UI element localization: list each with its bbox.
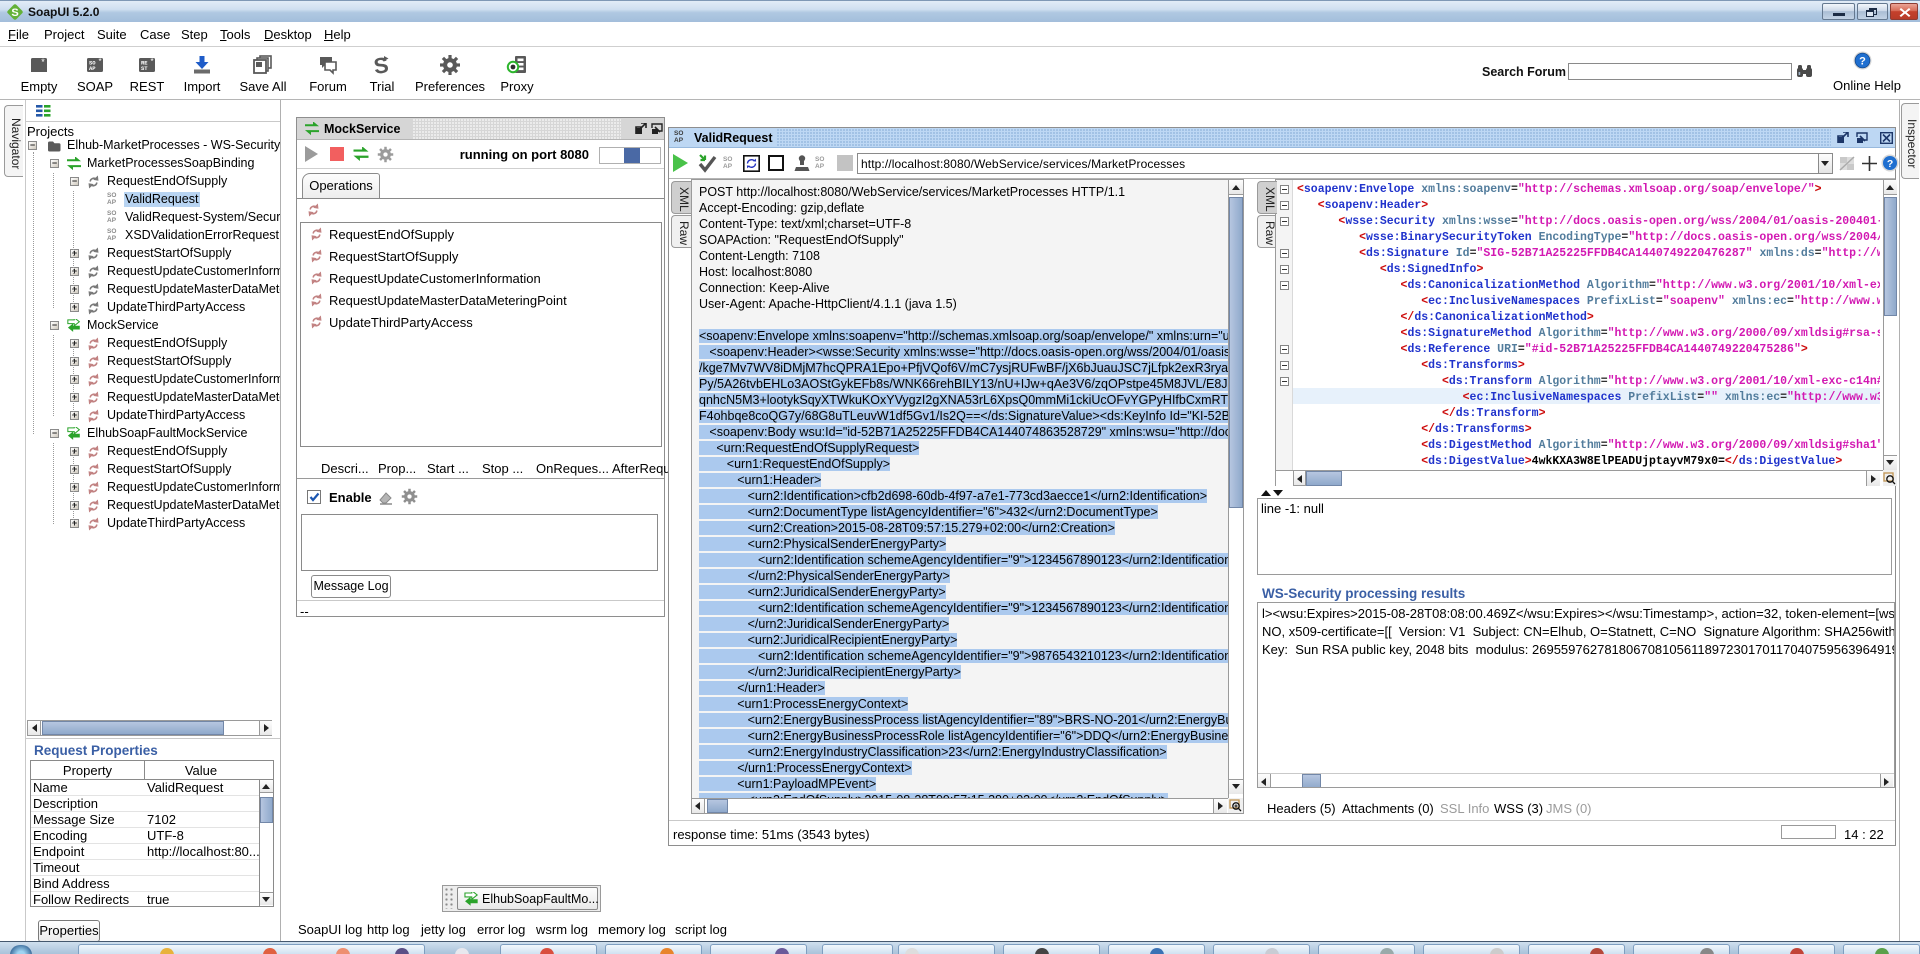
svg-text:ST: ST	[141, 65, 148, 72]
svg-text:S: S	[372, 54, 390, 76]
svg-text:S: S	[11, 7, 18, 19]
svg-text:*: *	[98, 57, 101, 66]
svg-text:?: ?	[1887, 159, 1893, 170]
svg-text:*: *	[41, 57, 45, 67]
svg-text:AP: AP	[89, 65, 96, 72]
svg-text:*: *	[150, 57, 153, 66]
svg-text:?: ?	[1859, 56, 1866, 68]
